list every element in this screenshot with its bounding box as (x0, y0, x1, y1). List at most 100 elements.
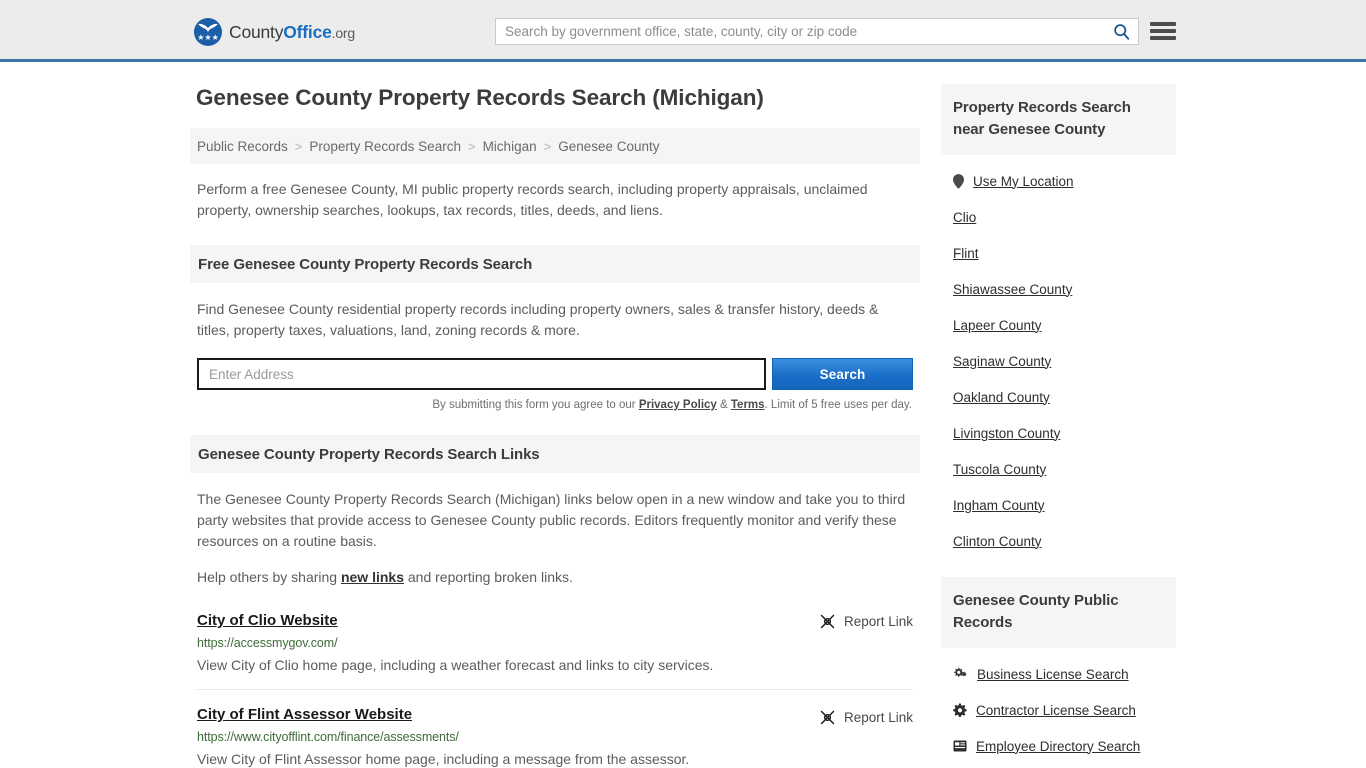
sidebar-link-label[interactable]: Employee Directory Search (976, 739, 1140, 754)
sidebar-link-label[interactable]: Clinton County (953, 534, 1042, 549)
unlink-icon (820, 710, 835, 725)
hamburger-bar (1150, 36, 1176, 40)
sidebar-link-label[interactable]: Ingham County (953, 498, 1045, 513)
links-section-description: The Genesee County Property Records Sear… (197, 491, 906, 549)
sidebar-item-tuscola-county[interactable]: Tuscola County (953, 451, 1176, 487)
main-column: Genesee County Property Records Search (… (190, 84, 920, 768)
page-title: Genesee County Property Records Search (… (196, 85, 764, 110)
sidebar-link-label[interactable]: Clio (953, 210, 976, 225)
nearby-search-panel: Property Records Search near Genesee Cou… (941, 84, 1176, 559)
sidebar-link-label[interactable]: Lapeer County (953, 318, 1042, 333)
site-logo[interactable]: ★★★ CountyOffice.org (194, 18, 355, 46)
sidebar-item-business-license-search[interactable]: Business License Search (953, 656, 1176, 692)
report-link-label: Report Link (843, 710, 913, 725)
resource-link-list: City of Clio Website https://accessmygov… (190, 594, 920, 768)
sidebar: Property Records Search near Genesee Cou… (941, 84, 1176, 768)
report-link-button[interactable]: Report Link (819, 709, 913, 726)
links-section-heading: Genesee County Property Records Search L… (198, 445, 540, 463)
nearby-search-heading: Property Records Search near Genesee Cou… (953, 99, 1131, 138)
resource-description: View City of Clio home page, including a… (197, 657, 714, 673)
hamburger-bar (1150, 29, 1176, 33)
free-search-heading: Free Genesee County Property Records Sea… (198, 255, 533, 273)
resource-title-link[interactable]: City of Flint Assessor Website (197, 706, 412, 723)
site-header: ★★★ CountyOffice.org (0, 0, 1366, 62)
nearby-search-list: Use My Location Clio Flint Shiawassee Co… (941, 155, 1176, 559)
sidebar-link-label[interactable]: Tuscola County (953, 462, 1046, 477)
help-suffix: and reporting broken links. (404, 569, 573, 585)
breadcrumb-item-michigan[interactable]: Michigan (483, 139, 537, 154)
legal-suffix: . Limit of 5 free uses per day. (764, 399, 912, 411)
page-body: Genesee County Property Records Search (… (0, 62, 1366, 768)
sidebar-link-label[interactable]: Saginaw County (953, 354, 1051, 369)
sidebar-item-shiawassee-county[interactable]: Shiawassee County (953, 271, 1176, 307)
sidebar-item-saginaw-county[interactable]: Saginaw County (953, 343, 1176, 379)
form-legal-text: By submitting this form you agree to our… (197, 399, 913, 411)
logo-text-office: Office (283, 21, 332, 42)
report-link-button[interactable]: Report Link (819, 613, 913, 630)
breadcrumb-separator-icon: > (543, 138, 552, 154)
breadcrumb-item-genesee-county[interactable]: Genesee County (558, 139, 659, 154)
cog-icon (953, 703, 967, 717)
links-help-text: Help others by sharing new links and rep… (197, 567, 913, 588)
unlink-icon (820, 614, 835, 629)
free-search-header: Free Genesee County Property Records Sea… (190, 245, 920, 283)
sidebar-link-label[interactable]: Shiawassee County (953, 282, 1072, 297)
new-links-link[interactable]: new links (341, 569, 404, 585)
resource-description: View City of Flint Assessor home page, i… (197, 751, 690, 767)
content-container: Genesee County Property Records Search (… (190, 84, 1176, 768)
privacy-policy-link[interactable]: Privacy Policy (639, 399, 717, 411)
breadcrumb-separator-icon: > (467, 138, 476, 154)
address-search-button[interactable]: Search (772, 358, 913, 390)
sidebar-item-ingham-county[interactable]: Ingham County (953, 487, 1176, 523)
sidebar-link-label[interactable]: Livingston County (953, 426, 1060, 441)
logo-text-org: .org (331, 24, 356, 41)
sidebar-link-label[interactable]: Flint (953, 246, 979, 261)
terms-link[interactable]: Terms (731, 399, 765, 411)
sidebar-link-label[interactable]: Oakland County (953, 390, 1050, 405)
global-search-bar[interactable] (495, 18, 1139, 45)
sidebar-link-label[interactable]: Business License Search (977, 667, 1129, 682)
cogs-icon (954, 667, 967, 679)
logo-stars-icon: ★★★ (197, 33, 219, 42)
sidebar-item-livingston-county[interactable]: Livingston County (953, 415, 1176, 451)
resource-url: https://accessmygov.com/ (197, 636, 338, 650)
map-pin-icon (953, 173, 964, 189)
address-search-form: Search (197, 358, 913, 390)
links-section-body: The Genesee County Property Records Sear… (190, 489, 920, 588)
help-prefix: Help others by sharing (197, 569, 341, 585)
sidebar-item-use-my-location[interactable]: Use My Location (953, 163, 1176, 199)
sidebar-item-clio[interactable]: Clio (953, 199, 1176, 235)
links-section-header: Genesee County Property Records Search L… (190, 435, 920, 473)
sidebar-link-label[interactable]: Use My Location (973, 174, 1074, 189)
breadcrumb-separator-icon: > (294, 138, 303, 154)
sidebar-item-employee-directory-search[interactable]: Employee Directory Search (953, 728, 1176, 764)
free-search-description: Find Genesee County residential property… (197, 301, 879, 338)
public-records-panel: Genesee County Public Records Business L… (941, 577, 1176, 764)
search-submit-button[interactable] (1104, 19, 1138, 44)
breadcrumb: Public Records > Property Records Search… (190, 128, 920, 164)
legal-prefix: By submitting this form you agree to our (432, 399, 639, 411)
resource-url: https://www.cityofflint.com/finance/asse… (197, 730, 459, 744)
sidebar-item-flint[interactable]: Flint (953, 235, 1176, 271)
logo-text-county: County (229, 21, 284, 42)
resource-title-link[interactable]: City of Clio Website (197, 612, 338, 629)
search-input[interactable] (496, 19, 1104, 44)
breadcrumb-item-public-records[interactable]: Public Records (197, 139, 288, 154)
nearby-search-header: Property Records Search near Genesee Cou… (941, 84, 1176, 155)
hamburger-menu-icon[interactable] (1150, 20, 1176, 42)
list-item: City of Flint Assessor Website https://w… (197, 689, 913, 768)
list-item: City of Clio Website https://accessmygov… (197, 594, 913, 689)
report-link-label: Report Link (843, 614, 913, 629)
free-search-body: Find Genesee County residential property… (190, 299, 920, 411)
public-records-list: Business License Search Contractor Licen… (941, 648, 1176, 764)
sidebar-item-oakland-county[interactable]: Oakland County (953, 379, 1176, 415)
eagle-shield-logo-icon: ★★★ (194, 18, 222, 46)
sidebar-item-lapeer-county[interactable]: Lapeer County (953, 307, 1176, 343)
legal-amp: & (716, 399, 731, 411)
hamburger-bar (1150, 22, 1176, 26)
sidebar-item-contractor-license-search[interactable]: Contractor License Search (953, 692, 1176, 728)
address-input[interactable] (197, 358, 766, 390)
breadcrumb-item-property-records-search[interactable]: Property Records Search (309, 139, 461, 154)
sidebar-item-clinton-county[interactable]: Clinton County (953, 523, 1176, 559)
sidebar-link-label[interactable]: Contractor License Search (976, 703, 1136, 718)
